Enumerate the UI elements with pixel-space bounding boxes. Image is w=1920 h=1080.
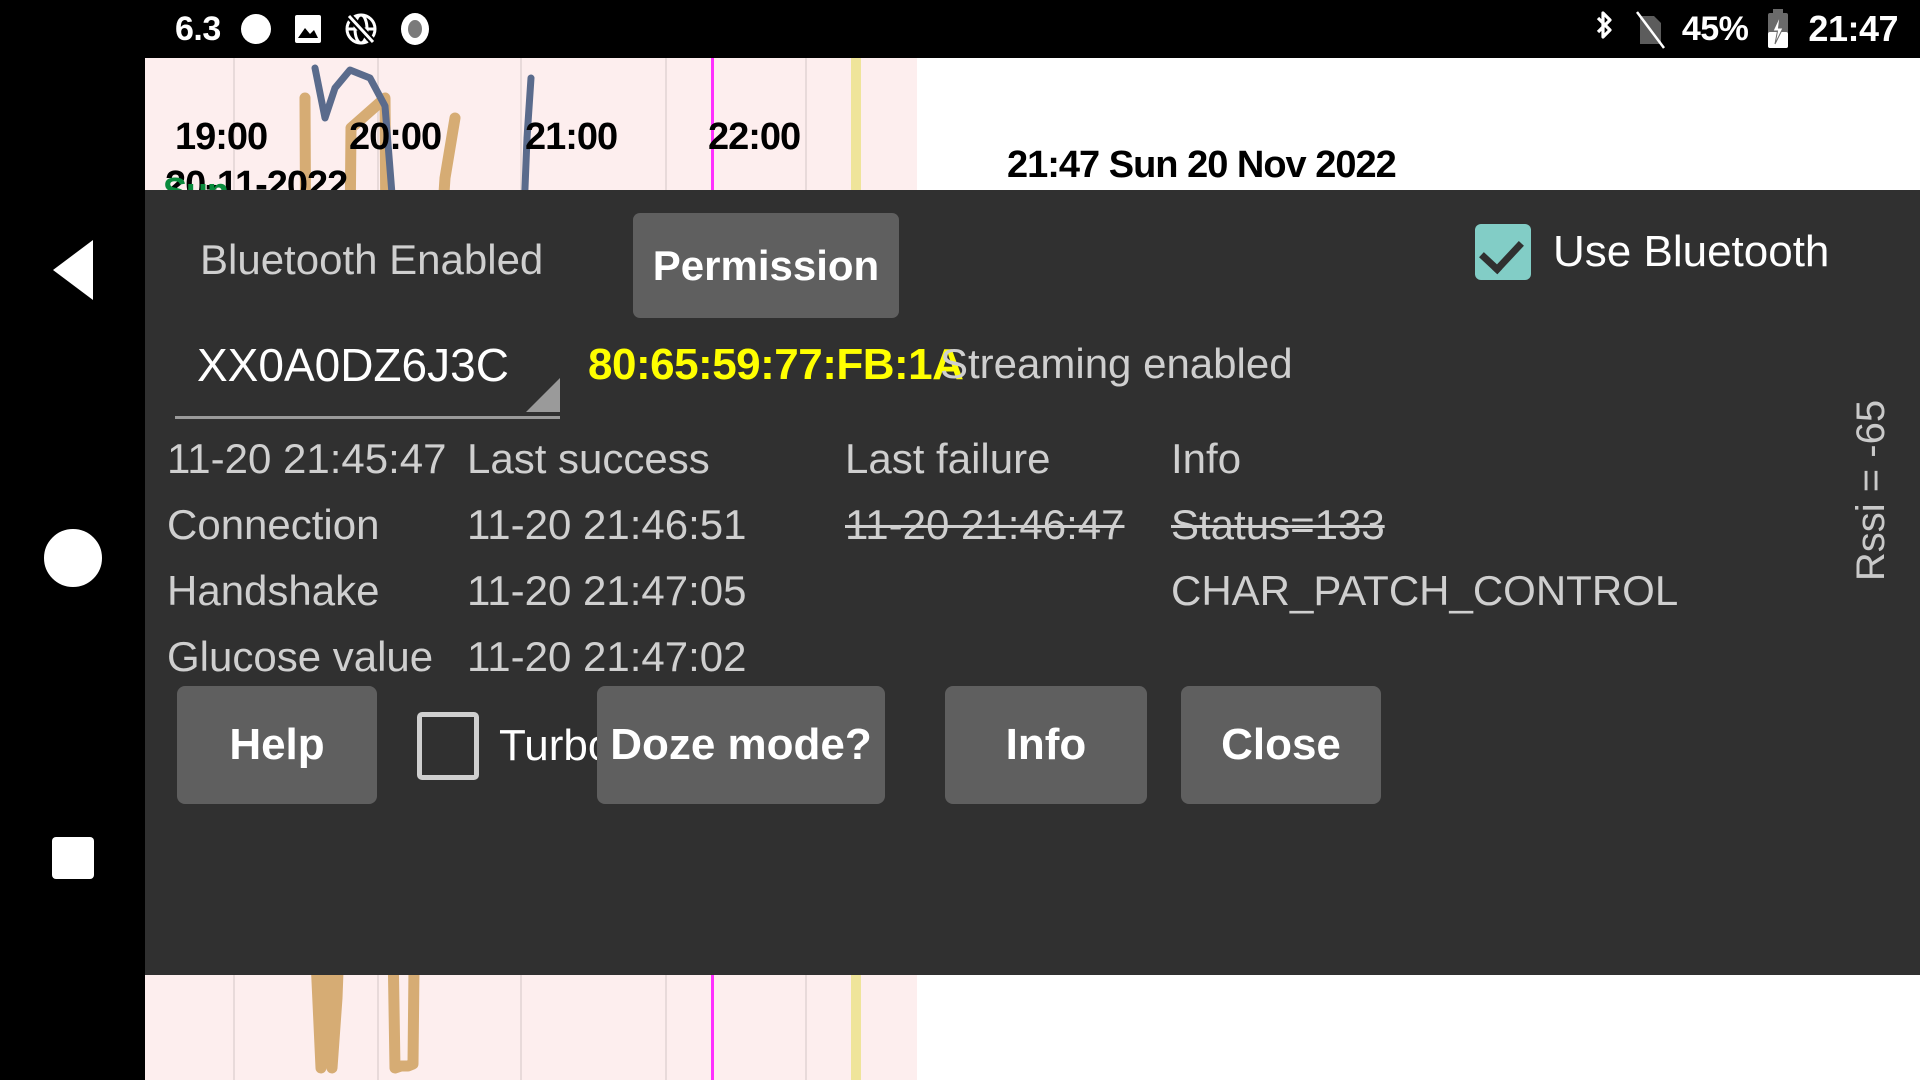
dialog-button-row: Help Turbo Doze mode? Info Close	[145, 686, 1920, 811]
row-failure-connection: 11-20 21:46:47	[845, 501, 1125, 548]
bluetooth-icon	[1590, 8, 1618, 50]
row-label-glucose: Glucose value	[167, 633, 434, 680]
android-screen: 6.3 45% 21:47 19:00 20:00 21:00 22:00 20…	[0, 0, 1920, 1080]
home-circle-icon	[43, 529, 102, 587]
x-tick-label-1: 20:00	[349, 116, 442, 158]
image-icon	[291, 12, 325, 46]
dialog-top-row: Bluetooth Enabled Permission Use Bluetoo…	[145, 190, 1920, 330]
device-spinner[interactable]: XX0A0DZ6J3C	[175, 338, 560, 419]
device-selection-row: XX0A0DZ6J3C 80:65:59:77:FB:1A Streaming …	[145, 338, 1920, 428]
clock-label: 21:47	[1808, 8, 1898, 49]
battery-charging-icon	[1764, 8, 1792, 50]
recents-square-icon	[51, 837, 94, 879]
row-success-handshake: 11-20 21:47:05	[467, 567, 747, 614]
device-name-value: XX0A0DZ6J3C	[197, 339, 509, 391]
status-bar-right-group: 45% 21:47	[1590, 0, 1898, 58]
back-button[interactable]	[0, 210, 145, 330]
mac-address-label: 80:65:59:77:FB:1A	[588, 340, 964, 389]
chevron-down-icon	[526, 378, 560, 412]
x-tick-label-2: 21:00	[525, 116, 618, 158]
status-bar: 6.3 45% 21:47	[0, 0, 1920, 58]
row-label-handshake: Handshake	[167, 567, 380, 614]
x-tick-label-3: 22:00	[708, 116, 801, 158]
row-label-connection: Connection	[167, 501, 380, 548]
use-bluetooth-checkbox[interactable]	[1475, 224, 1531, 280]
navigation-bar	[0, 58, 145, 1080]
table-header-info: Info	[1171, 435, 1242, 482]
recents-button[interactable]	[0, 798, 145, 918]
chart-now-label: 21:47 Sun 20 Nov 2022	[1007, 144, 1397, 186]
row-info-connection: Status=133	[1171, 501, 1385, 548]
turbo-label: Turbo	[499, 721, 613, 770]
table-header-last-success: Last success	[467, 435, 710, 482]
doze-mode-button[interactable]: Doze mode?	[597, 686, 885, 804]
circle-icon	[239, 12, 273, 46]
row-success-glucose: 11-20 21:47:02	[467, 633, 747, 680]
bluetooth-status-dialog: Bluetooth Enabled Permission Use Bluetoo…	[145, 190, 1920, 975]
bluetooth-enabled-label: Bluetooth Enabled	[200, 236, 544, 283]
x-tick-label-0: 19:00	[175, 116, 268, 158]
permission-button[interactable]: Permission	[633, 213, 899, 318]
turbo-checkbox[interactable]	[417, 712, 479, 780]
glucose-value-status: 6.3	[175, 9, 221, 48]
table-header-row: 11-20 21:45:47 Last success Last failure…	[145, 435, 1920, 501]
no-sim-icon	[1634, 8, 1666, 50]
status-bar-left-group: 6.3	[175, 0, 433, 58]
no-internet-icon	[343, 11, 379, 47]
record-icon	[397, 11, 433, 47]
use-bluetooth-label: Use Bluetooth	[1553, 227, 1830, 276]
close-button[interactable]: Close	[1181, 686, 1381, 804]
help-button[interactable]: Help	[177, 686, 377, 804]
home-button[interactable]	[0, 498, 145, 618]
table-row: Handshake 11-20 21:47:05 CHAR_PATCH_CONT…	[145, 567, 1920, 633]
row-info-handshake: CHAR_PATCH_CONTROL	[1171, 567, 1679, 614]
battery-percent-label: 45%	[1681, 9, 1749, 48]
back-triangle-icon	[52, 240, 93, 300]
table-header-timestamp: 11-20 21:45:47	[167, 435, 447, 482]
info-button[interactable]: Info	[945, 686, 1147, 804]
streaming-status-label: Streaming enabled	[940, 340, 1293, 387]
table-row: Connection 11-20 21:46:51 11-20 21:46:47…	[145, 501, 1920, 567]
turbo-checkbox-row[interactable]: Turbo	[417, 712, 612, 780]
use-bluetooth-checkbox-row[interactable]: Use Bluetooth	[1475, 224, 1829, 280]
table-header-last-failure: Last failure	[845, 435, 1051, 482]
row-success-connection: 11-20 21:46:51	[467, 501, 747, 548]
